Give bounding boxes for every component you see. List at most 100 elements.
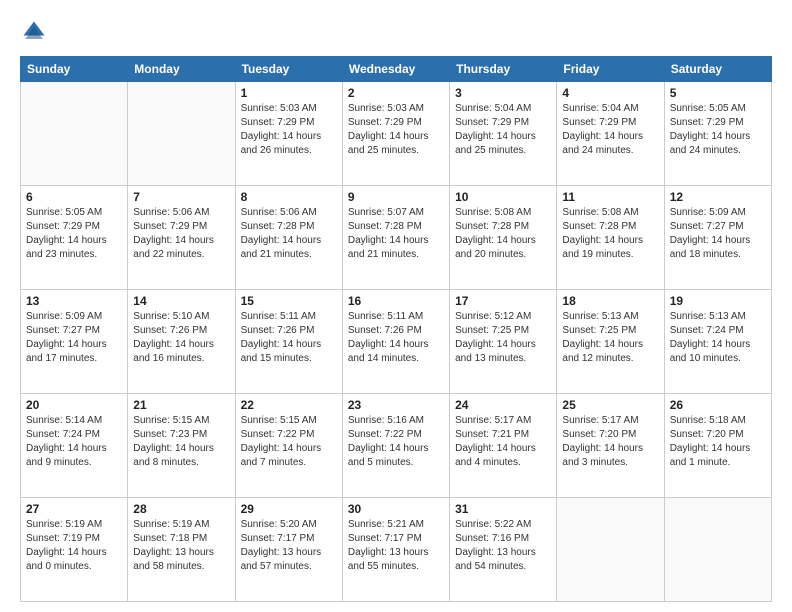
calendar-cell: 2 Sunrise: 5:03 AM Sunset: 7:29 PM Daylig… bbox=[342, 82, 449, 186]
weekday-header-friday: Friday bbox=[557, 57, 664, 82]
day-number: 10 bbox=[455, 190, 551, 204]
calendar-week-row: 6 Sunrise: 5:05 AM Sunset: 7:29 PM Daylig… bbox=[21, 186, 772, 290]
day-detail: Sunrise: 5:19 AM Sunset: 7:19 PM Dayligh… bbox=[26, 518, 122, 574]
day-detail: Sunrise: 5:05 AM Sunset: 7:29 PM Dayligh… bbox=[670, 102, 766, 158]
calendar-cell: 12 Sunrise: 5:09 AM Sunset: 7:27 PM Dayli… bbox=[664, 186, 771, 290]
calendar-cell: 5 Sunrise: 5:05 AM Sunset: 7:29 PM Daylig… bbox=[664, 82, 771, 186]
day-detail: Sunrise: 5:09 AM Sunset: 7:27 PM Dayligh… bbox=[670, 206, 766, 262]
day-detail: Sunrise: 5:15 AM Sunset: 7:22 PM Dayligh… bbox=[241, 414, 337, 470]
day-detail: Sunrise: 5:19 AM Sunset: 7:18 PM Dayligh… bbox=[133, 518, 229, 574]
calendar-cell: 23 Sunrise: 5:16 AM Sunset: 7:22 PM Dayli… bbox=[342, 394, 449, 498]
day-detail: Sunrise: 5:11 AM Sunset: 7:26 PM Dayligh… bbox=[348, 310, 444, 366]
calendar-cell: 10Sunrise: 5:08 AM Sunset: 7:28 PM Dayli… bbox=[450, 186, 557, 290]
calendar-cell: 13 Sunrise: 5:09 AM Sunset: 7:27 PM Dayli… bbox=[21, 290, 128, 394]
day-detail: Sunrise: 5:13 AM Sunset: 7:25 PM Dayligh… bbox=[562, 310, 658, 366]
calendar-cell: 15Sunrise: 5:11 AM Sunset: 7:26 PM Dayli… bbox=[235, 290, 342, 394]
day-detail: Sunrise: 5:05 AM Sunset: 7:29 PM Dayligh… bbox=[26, 206, 122, 262]
day-detail: Sunrise: 5:17 AM Sunset: 7:21 PM Dayligh… bbox=[455, 414, 551, 470]
day-number: 18 bbox=[562, 294, 658, 308]
day-detail: Sunrise: 5:13 AM Sunset: 7:24 PM Dayligh… bbox=[670, 310, 766, 366]
day-detail: Sunrise: 5:08 AM Sunset: 7:28 PM Dayligh… bbox=[562, 206, 658, 262]
weekday-header-wednesday: Wednesday bbox=[342, 57, 449, 82]
day-detail: Sunrise: 5:17 AM Sunset: 7:20 PM Dayligh… bbox=[562, 414, 658, 470]
calendar-cell: 17Sunrise: 5:12 AM Sunset: 7:25 PM Dayli… bbox=[450, 290, 557, 394]
day-number: 12 bbox=[670, 190, 766, 204]
day-number: 3 bbox=[455, 86, 551, 100]
calendar-cell: 24 Sunrise: 5:17 AM Sunset: 7:21 PM Dayli… bbox=[450, 394, 557, 498]
day-number: 21 bbox=[133, 398, 229, 412]
day-detail: Sunrise: 5:03 AM Sunset: 7:29 PM Dayligh… bbox=[241, 102, 337, 158]
day-detail: Sunrise: 5:09 AM Sunset: 7:27 PM Dayligh… bbox=[26, 310, 122, 366]
day-detail: Sunrise: 5:15 AM Sunset: 7:23 PM Dayligh… bbox=[133, 414, 229, 470]
calendar-cell: 1 Sunrise: 5:03 AM Sunset: 7:29 PM Daylig… bbox=[235, 82, 342, 186]
calendar-cell: 25 Sunrise: 5:17 AM Sunset: 7:20 PM Dayli… bbox=[557, 394, 664, 498]
day-number: 30 bbox=[348, 502, 444, 516]
day-detail: Sunrise: 5:22 AM Sunset: 7:16 PM Dayligh… bbox=[455, 518, 551, 574]
calendar-week-row: 1 Sunrise: 5:03 AM Sunset: 7:29 PM Daylig… bbox=[21, 82, 772, 186]
day-number: 16 bbox=[348, 294, 444, 308]
calendar-cell: 28 Sunrise: 5:19 AM Sunset: 7:18 PM Dayli… bbox=[128, 498, 235, 602]
day-number: 19 bbox=[670, 294, 766, 308]
calendar-cell bbox=[664, 498, 771, 602]
calendar-cell: 29Sunrise: 5:20 AM Sunset: 7:17 PM Dayli… bbox=[235, 498, 342, 602]
day-detail: Sunrise: 5:04 AM Sunset: 7:29 PM Dayligh… bbox=[562, 102, 658, 158]
day-detail: Sunrise: 5:11 AM Sunset: 7:26 PM Dayligh… bbox=[241, 310, 337, 366]
calendar-cell: 22 Sunrise: 5:15 AM Sunset: 7:22 PM Dayli… bbox=[235, 394, 342, 498]
day-detail: Sunrise: 5:20 AM Sunset: 7:17 PM Dayligh… bbox=[241, 518, 337, 574]
day-number: 23 bbox=[348, 398, 444, 412]
logo-icon bbox=[20, 18, 48, 46]
day-detail: Sunrise: 5:04 AM Sunset: 7:29 PM Dayligh… bbox=[455, 102, 551, 158]
logo bbox=[20, 18, 52, 46]
day-number: 22 bbox=[241, 398, 337, 412]
day-number: 28 bbox=[133, 502, 229, 516]
day-number: 5 bbox=[670, 86, 766, 100]
weekday-header-row: SundayMondayTuesdayWednesdayThursdayFrid… bbox=[21, 57, 772, 82]
weekday-header-monday: Monday bbox=[128, 57, 235, 82]
weekday-header-thursday: Thursday bbox=[450, 57, 557, 82]
day-detail: Sunrise: 5:12 AM Sunset: 7:25 PM Dayligh… bbox=[455, 310, 551, 366]
day-number: 11 bbox=[562, 190, 658, 204]
day-detail: Sunrise: 5:10 AM Sunset: 7:26 PM Dayligh… bbox=[133, 310, 229, 366]
day-detail: Sunrise: 5:21 AM Sunset: 7:17 PM Dayligh… bbox=[348, 518, 444, 574]
day-number: 7 bbox=[133, 190, 229, 204]
calendar-cell: 19 Sunrise: 5:13 AM Sunset: 7:24 PM Dayli… bbox=[664, 290, 771, 394]
day-number: 24 bbox=[455, 398, 551, 412]
day-number: 8 bbox=[241, 190, 337, 204]
day-number: 13 bbox=[26, 294, 122, 308]
day-number: 25 bbox=[562, 398, 658, 412]
calendar-cell: 27 Sunrise: 5:19 AM Sunset: 7:19 PM Dayli… bbox=[21, 498, 128, 602]
day-number: 31 bbox=[455, 502, 551, 516]
weekday-header-sunday: Sunday bbox=[21, 57, 128, 82]
calendar-cell: 4Sunrise: 5:04 AM Sunset: 7:29 PM Daylig… bbox=[557, 82, 664, 186]
calendar-cell: 8 Sunrise: 5:06 AM Sunset: 7:28 PM Daylig… bbox=[235, 186, 342, 290]
calendar-cell: 14 Sunrise: 5:10 AM Sunset: 7:26 PM Dayli… bbox=[128, 290, 235, 394]
day-number: 1 bbox=[241, 86, 337, 100]
calendar-cell: 21 Sunrise: 5:15 AM Sunset: 7:23 PM Dayli… bbox=[128, 394, 235, 498]
weekday-header-saturday: Saturday bbox=[664, 57, 771, 82]
day-number: 14 bbox=[133, 294, 229, 308]
day-detail: Sunrise: 5:14 AM Sunset: 7:24 PM Dayligh… bbox=[26, 414, 122, 470]
calendar-cell: 18 Sunrise: 5:13 AM Sunset: 7:25 PM Dayli… bbox=[557, 290, 664, 394]
calendar-cell bbox=[128, 82, 235, 186]
calendar-cell: 26Sunrise: 5:18 AM Sunset: 7:20 PM Dayli… bbox=[664, 394, 771, 498]
day-detail: Sunrise: 5:16 AM Sunset: 7:22 PM Dayligh… bbox=[348, 414, 444, 470]
calendar-week-row: 27 Sunrise: 5:19 AM Sunset: 7:19 PM Dayli… bbox=[21, 498, 772, 602]
calendar-cell bbox=[557, 498, 664, 602]
day-number: 6 bbox=[26, 190, 122, 204]
calendar-cell: 16 Sunrise: 5:11 AM Sunset: 7:26 PM Dayli… bbox=[342, 290, 449, 394]
day-number: 2 bbox=[348, 86, 444, 100]
day-detail: Sunrise: 5:03 AM Sunset: 7:29 PM Dayligh… bbox=[348, 102, 444, 158]
calendar-cell: 30 Sunrise: 5:21 AM Sunset: 7:17 PM Dayli… bbox=[342, 498, 449, 602]
day-number: 27 bbox=[26, 502, 122, 516]
day-detail: Sunrise: 5:06 AM Sunset: 7:28 PM Dayligh… bbox=[241, 206, 337, 262]
calendar-cell: 9 Sunrise: 5:07 AM Sunset: 7:28 PM Daylig… bbox=[342, 186, 449, 290]
header bbox=[20, 18, 772, 46]
day-number: 9 bbox=[348, 190, 444, 204]
calendar-week-row: 13 Sunrise: 5:09 AM Sunset: 7:27 PM Dayli… bbox=[21, 290, 772, 394]
calendar-cell bbox=[21, 82, 128, 186]
weekday-header-tuesday: Tuesday bbox=[235, 57, 342, 82]
calendar-cell: 7Sunrise: 5:06 AM Sunset: 7:29 PM Daylig… bbox=[128, 186, 235, 290]
calendar-cell: 11 Sunrise: 5:08 AM Sunset: 7:28 PM Dayli… bbox=[557, 186, 664, 290]
day-detail: Sunrise: 5:07 AM Sunset: 7:28 PM Dayligh… bbox=[348, 206, 444, 262]
calendar-cell: 31 Sunrise: 5:22 AM Sunset: 7:16 PM Dayli… bbox=[450, 498, 557, 602]
